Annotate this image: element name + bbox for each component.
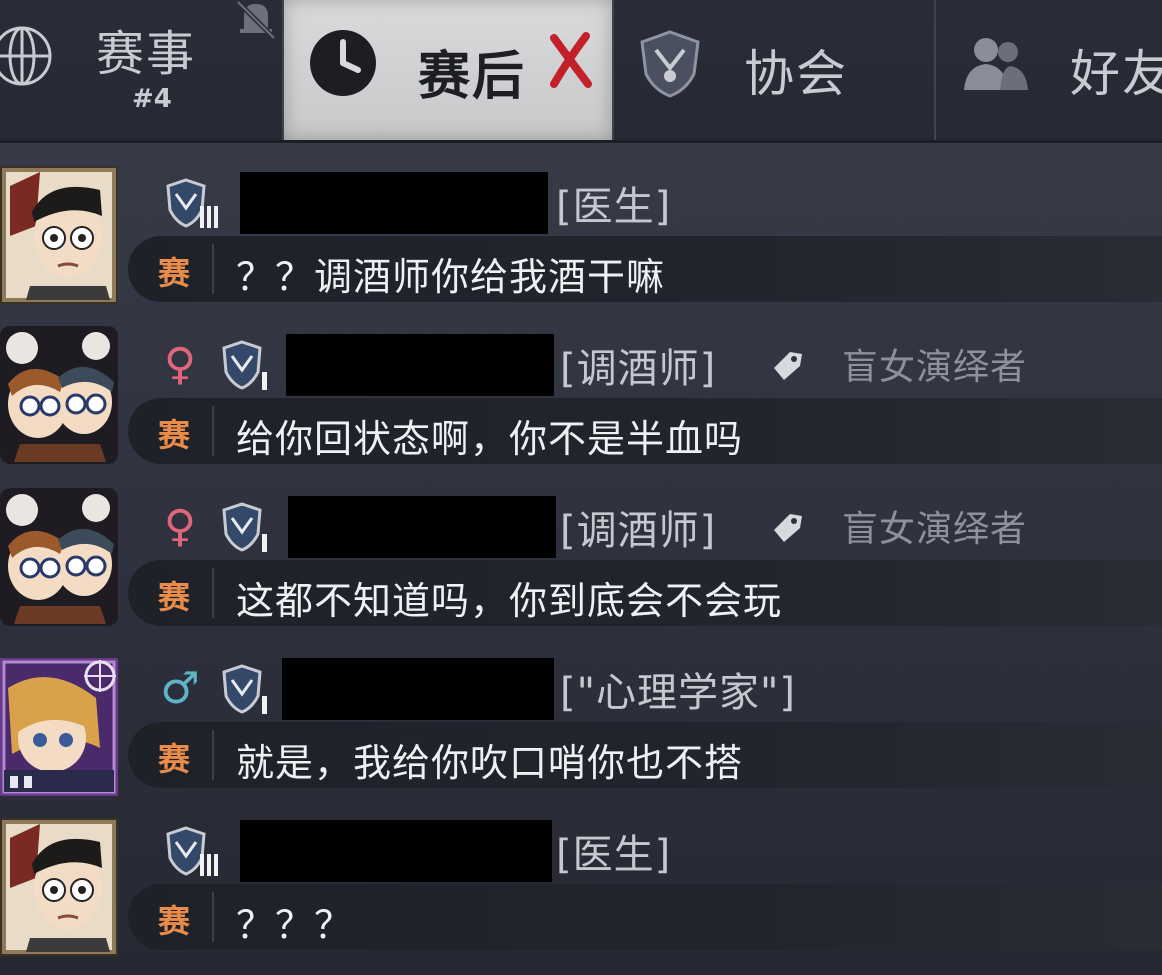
player-title: 盲女演绎者 xyxy=(842,347,1028,388)
rank-badge-icon xyxy=(222,664,267,714)
redacted-username xyxy=(240,172,548,234)
chat-message: ♀ [调酒师] 盲女演绎者 赛 给你回状态啊，你不是半血吗 xyxy=(0,324,1162,484)
people-icon xyxy=(964,38,1028,90)
channel-tag: 赛 xyxy=(158,902,191,940)
shield-icon xyxy=(640,30,700,98)
divider xyxy=(212,568,214,618)
message-bubble: 赛 ？？调酒师你给我酒干嘛 xyxy=(128,236,1162,302)
avatar[interactable] xyxy=(0,166,118,304)
avatar[interactable] xyxy=(0,658,118,796)
bell-off-icon[interactable] xyxy=(234,0,278,40)
channel-tag: 赛 xyxy=(158,254,191,292)
female-icon: ♀ xyxy=(163,339,197,390)
divider xyxy=(212,406,214,456)
male-icon: ♂ xyxy=(160,663,200,714)
redacted-username xyxy=(240,820,552,882)
character-role: [调酒师] xyxy=(560,508,717,554)
tab-post-match-label: 赛后 xyxy=(418,47,527,107)
globe-icon xyxy=(0,26,52,86)
character-role: [医生] xyxy=(556,184,672,230)
channel-tag: 赛 xyxy=(158,416,191,454)
message-text: 给你回状态啊，你不是半血吗 xyxy=(236,417,744,461)
chat-message: ♂ ["心理学家"] 赛 就是，我给你吹口哨你也不搭 xyxy=(0,648,1162,808)
tag-icon xyxy=(774,352,802,380)
chat-message: [医生] 赛 ？？调酒师你给我酒干嘛 xyxy=(0,162,1162,322)
divider xyxy=(212,892,214,942)
tab-events[interactable]: 赛事 #4 xyxy=(0,0,282,140)
tab-friends[interactable]: 好友 xyxy=(936,0,1162,140)
message-text: ？？？ xyxy=(236,903,354,947)
channel-tag: 赛 xyxy=(158,740,191,778)
message-text: 这都不知道吗，你到底会不会玩 xyxy=(236,579,783,623)
character-role: [调酒师] xyxy=(560,346,717,392)
tab-guild[interactable]: 协会 xyxy=(614,0,934,140)
avatar[interactable] xyxy=(0,818,118,956)
rank-badge-icon xyxy=(222,340,267,390)
tab-events-count: #4 xyxy=(132,84,172,114)
character-role: [医生] xyxy=(556,832,672,878)
message-bubble: 赛 ？？？ xyxy=(128,884,1162,950)
avatar[interactable] xyxy=(0,326,118,464)
avatar[interactable] xyxy=(0,488,118,626)
divider xyxy=(212,244,214,294)
character-role: ["心理学家"] xyxy=(560,670,797,716)
redacted-username xyxy=(288,496,556,558)
rank-badge-icon xyxy=(166,178,218,228)
tab-friends-label: 好友 xyxy=(1070,45,1162,103)
tab-guild-label: 协会 xyxy=(744,45,848,103)
tab-events-label: 赛事 xyxy=(96,26,197,82)
female-icon: ♀ xyxy=(163,501,197,552)
divider xyxy=(212,730,214,780)
chat-message: [医生] 赛 ？？？ xyxy=(0,810,1162,970)
message-bubble: 赛 这都不知道吗，你到底会不会玩 xyxy=(128,560,1162,626)
tag-icon xyxy=(774,514,802,542)
redacted-username xyxy=(286,334,554,396)
close-x-icon[interactable] xyxy=(546,30,594,90)
redacted-username xyxy=(282,658,554,720)
tab-post-match[interactable]: 赛后 xyxy=(284,0,612,140)
rank-badge-icon xyxy=(166,826,218,876)
top-tab-bar: 赛事 #4 赛后 协会 好友 xyxy=(0,0,1162,143)
message-bubble: 赛 就是，我给你吹口哨你也不搭 xyxy=(128,722,1162,788)
clock-icon xyxy=(310,30,376,96)
rank-badge-icon xyxy=(222,502,267,552)
player-title: 盲女演绎者 xyxy=(842,509,1028,550)
channel-tag: 赛 xyxy=(158,578,191,616)
message-text: ？？调酒师你给我酒干嘛 xyxy=(236,255,666,299)
message-bubble: 赛 给你回状态啊，你不是半血吗 xyxy=(128,398,1162,464)
chat-message: ♀ [调酒师] 盲女演绎者 赛 这都不知道吗，你到底会不会玩 xyxy=(0,486,1162,646)
message-text: 就是，我给你吹口哨你也不搭 xyxy=(236,741,744,785)
